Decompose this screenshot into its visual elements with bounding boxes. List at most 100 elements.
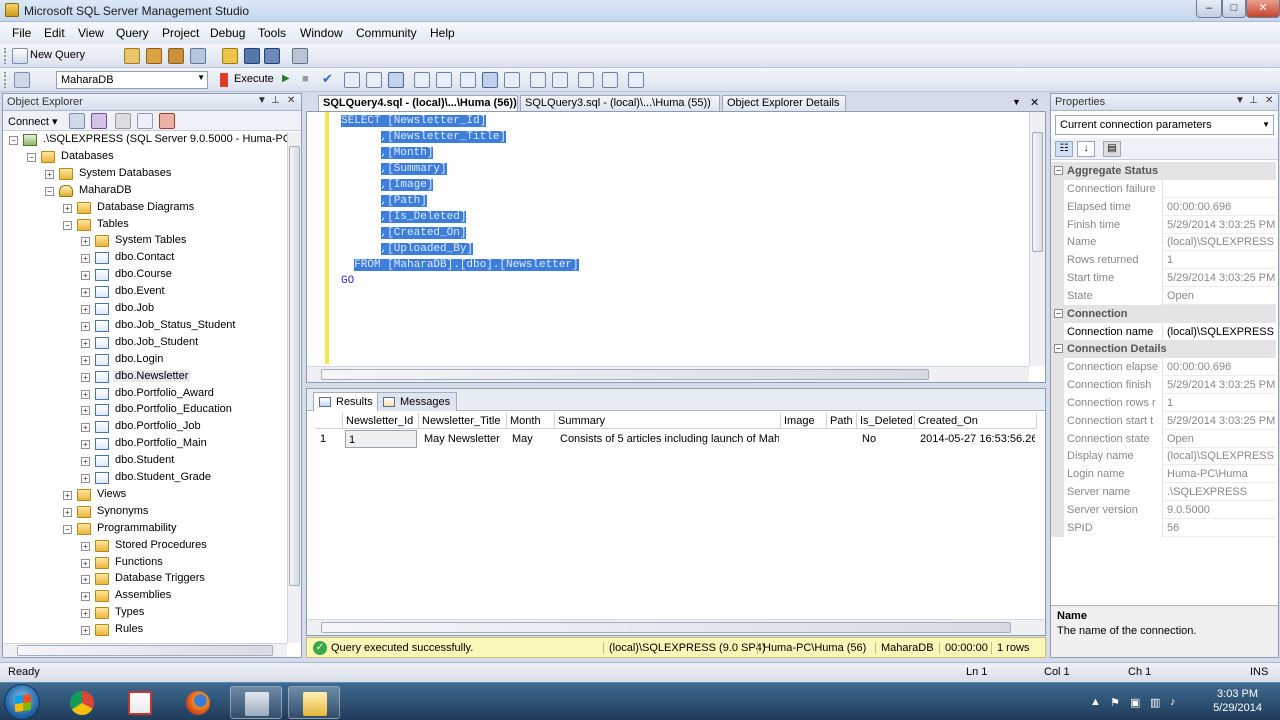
tree-expander-icon[interactable]: + <box>81 474 90 483</box>
tree-expander-icon[interactable]: − <box>9 136 18 145</box>
property-row[interactable]: State Open <box>1051 286 1276 305</box>
property-row[interactable]: Server name .\SQLEXPRESS <box>1051 483 1276 501</box>
uncomment-icon[interactable] <box>530 72 546 88</box>
tree-expander-icon[interactable]: + <box>63 507 72 517</box>
close-tab-icon[interactable]: ✕ <box>1030 96 1039 109</box>
refresh-icon[interactable] <box>159 113 175 129</box>
tree-expander-icon[interactable]: − <box>45 186 54 196</box>
property-row[interactable]: Start time 5/29/2014 3:03:25 PM <box>1051 269 1276 287</box>
property-row[interactable]: Name (local)\SQLEXPRESS <box>1051 233 1276 252</box>
client-stats-icon[interactable] <box>414 72 430 88</box>
tree-expander-icon[interactable]: + <box>81 389 90 399</box>
comment-out-icon[interactable] <box>504 72 520 88</box>
property-row[interactable]: Connection failure <box>1051 180 1276 198</box>
property-row[interactable]: Connection rows r 1 <box>1051 394 1276 412</box>
debug-play-icon[interactable]: ▶ <box>282 73 290 84</box>
tray-display-icon[interactable]: ▣ <box>1130 696 1140 709</box>
tree-expander-icon[interactable]: + <box>81 237 90 247</box>
disconnect-icon[interactable] <box>91 113 107 129</box>
include-plan-icon[interactable] <box>388 72 404 88</box>
alphabetical-icon[interactable]: ↓ <box>1077 141 1095 157</box>
grid-cell[interactable]: May <box>509 430 553 448</box>
grid-cell[interactable] <box>829 430 855 448</box>
display-estimated-plan-icon[interactable] <box>344 72 360 88</box>
connect-icon[interactable] <box>14 72 30 88</box>
tree-expander-icon[interactable]: + <box>45 169 54 179</box>
property-category[interactable]: − Aggregate Status <box>1051 162 1276 180</box>
toolbar-grip[interactable] <box>4 48 7 64</box>
toolbar-grip[interactable] <box>4 72 7 88</box>
menu-debug[interactable]: Debug <box>210 26 245 40</box>
tree-expander-icon[interactable]: + <box>81 305 90 314</box>
property-row[interactable]: Elapsed time 00:00:00.696 <box>1051 197 1276 216</box>
tree-expander-icon[interactable]: + <box>81 406 90 416</box>
property-row[interactable]: Display name (local)\SQLEXPRESS <box>1051 447 1276 466</box>
decrease-indent-icon[interactable] <box>552 72 568 88</box>
filter-icon[interactable] <box>137 113 153 129</box>
tray-network-icon[interactable]: ▥ <box>1150 696 1160 709</box>
menu-window[interactable]: Window <box>300 26 343 40</box>
sql-editor[interactable]: SELECT [Newsletter_Id] ,[Newsletter_Titl… <box>306 111 1046 383</box>
taskbar-clock[interactable]: 3:03 PM 5/29/2014 <box>1213 687 1262 715</box>
properties-object-select[interactable]: Current connection parameters ▼ <box>1055 115 1274 135</box>
tree-expander-icon[interactable]: + <box>81 254 90 264</box>
tree-expander-icon[interactable]: − <box>63 524 72 534</box>
tree-expander-icon[interactable]: + <box>81 271 90 281</box>
taskbar-ssms[interactable] <box>230 686 282 719</box>
results-to-grid-icon[interactable] <box>460 72 476 88</box>
grid-corner[interactable] <box>315 413 343 429</box>
tab-sqlquery4[interactable]: SQLQuery4.sql - (local)\...\Huma (56))* <box>318 95 518 111</box>
tab-list-dropdown-icon[interactable]: ▼ <box>1012 97 1021 107</box>
property-row[interactable]: Finish time 5/29/2014 3:03:25 PM <box>1051 215 1276 234</box>
execute-icon[interactable] <box>220 73 228 87</box>
toolbar-options-icon[interactable] <box>628 72 644 88</box>
tree-hscroll-thumb[interactable] <box>17 645 273 656</box>
tray-expand-icon[interactable]: ▲ <box>1090 696 1101 708</box>
menu-file[interactable]: File <box>12 26 31 40</box>
tree-expander-icon[interactable]: + <box>81 423 90 433</box>
new-query-icon[interactable] <box>12 48 28 64</box>
close-button[interactable]: ✕ <box>1246 0 1280 18</box>
property-row[interactable]: Connection name (local)\SQLEXPRESS (H <box>1051 322 1276 341</box>
pane-close-icon[interactable]: ✕ <box>1265 95 1273 106</box>
column-header[interactable]: Month <box>507 413 555 429</box>
menu-community[interactable]: Community <box>356 26 417 40</box>
row-number[interactable]: 1 <box>317 430 337 448</box>
editor-hscroll-thumb[interactable] <box>321 369 929 380</box>
increase-indent-icon[interactable] <box>578 72 594 88</box>
query-designer-icon[interactable] <box>366 72 382 88</box>
collapse-icon[interactable]: − <box>1054 344 1063 354</box>
tree-expander-icon[interactable]: − <box>63 220 72 230</box>
analysis-query-icon[interactable] <box>146 48 162 64</box>
property-pages-icon[interactable]: ▤ <box>1103 141 1121 157</box>
property-row[interactable]: Connection finish 5/29/2014 3:03:25 PM <box>1051 376 1276 395</box>
tab-messages[interactable]: Messages <box>377 392 458 411</box>
sql-code[interactable]: SELECT [Newsletter_Id] ,[Newsletter_Titl… <box>341 113 579 289</box>
grid-cell[interactable]: May Newsletter <box>421 430 505 448</box>
parse-check-icon[interactable]: ✔ <box>322 71 333 87</box>
pane-dropdown-icon[interactable]: ▼ <box>1235 95 1245 106</box>
db-engine-query-icon[interactable] <box>124 48 140 64</box>
column-header[interactable]: Image <box>781 413 827 429</box>
editor-vertical-scrollbar[interactable] <box>1029 112 1045 366</box>
open-file-icon[interactable] <box>222 48 238 64</box>
tree-expander-icon[interactable]: + <box>81 457 90 467</box>
connect-explorer-icon[interactable] <box>69 113 85 129</box>
tree-expander-icon[interactable]: + <box>81 440 90 450</box>
collapse-icon[interactable]: − <box>1054 166 1063 175</box>
tree-expander-icon[interactable]: + <box>81 321 90 331</box>
results-to-text-icon[interactable] <box>436 72 452 88</box>
property-row[interactable]: Rows returned 1 <box>1051 251 1276 270</box>
taskbar-explorer[interactable] <box>288 686 340 719</box>
property-row[interactable]: Connection start t 5/29/2014 3:03:25 PM <box>1051 411 1276 430</box>
grid-cell[interactable]: 2014-05-27 16:53:56.263 <box>917 430 1035 448</box>
property-row[interactable]: Connection elapse 00:00:00.696 <box>1051 358 1276 377</box>
taskbar-chrome[interactable] <box>56 686 108 719</box>
menu-edit[interactable]: Edit <box>44 26 65 40</box>
tree-expander-icon[interactable]: + <box>81 626 90 636</box>
pin-icon[interactable]: ⊥ <box>271 95 280 106</box>
editor-horizontal-scrollbar[interactable] <box>307 366 1029 382</box>
grid-cell[interactable]: No <box>859 430 913 448</box>
menu-view[interactable]: View <box>78 26 104 40</box>
taskbar-firefox[interactable] <box>172 686 224 719</box>
